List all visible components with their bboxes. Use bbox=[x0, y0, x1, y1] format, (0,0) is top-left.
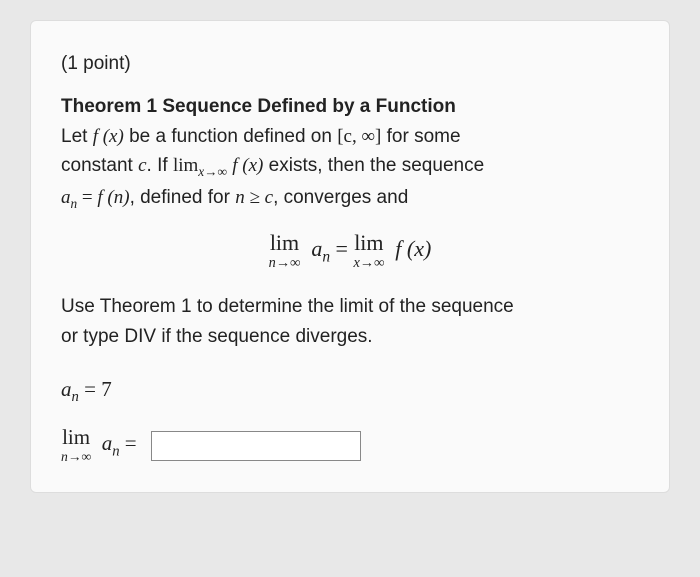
theorem-text-2a: constant bbox=[61, 155, 138, 176]
seq-n: n bbox=[72, 389, 79, 405]
answer-lim-word: lim bbox=[61, 427, 91, 448]
theorem-text-1a: Let bbox=[61, 126, 93, 147]
answer-input[interactable] bbox=[151, 431, 361, 461]
answer-eq: = bbox=[125, 431, 137, 455]
answer-lhs: lim n→∞ an = bbox=[61, 427, 137, 464]
theorem-text-2b: . If bbox=[147, 155, 173, 176]
cond-symbol: n ≥ c bbox=[235, 187, 273, 208]
interval-symbol: [c, ∞] bbox=[337, 126, 381, 147]
c-symbol: c bbox=[138, 155, 146, 176]
fx-symbol-2: f (x) bbox=[232, 155, 263, 176]
instruction-line1: Use Theorem 1 to determine the limit of … bbox=[61, 296, 514, 317]
theorem-text-3b: , converges and bbox=[273, 187, 408, 208]
seq-a: a bbox=[61, 377, 72, 401]
theorem-block: Theorem 1 Sequence Defined by a Function… bbox=[61, 92, 639, 214]
sequence-definition: an = 7 bbox=[61, 373, 639, 409]
instruction-line2: or type DIV if the sequence diverges. bbox=[61, 326, 373, 347]
lim-sub-right: x→∞ bbox=[353, 256, 384, 270]
problem-card: (1 point) Theorem 1 Sequence Defined by … bbox=[30, 20, 670, 493]
an-a: a bbox=[61, 187, 71, 208]
theorem-text-2c: exists, then the sequence bbox=[263, 155, 484, 176]
theorem-text-3a: , defined for bbox=[130, 187, 236, 208]
theorem-title: Theorem 1 Sequence Defined by a Function bbox=[61, 96, 456, 117]
fn-symbol: f (n) bbox=[97, 187, 129, 208]
lim-inline: lim bbox=[173, 155, 198, 176]
instruction-block: Use Theorem 1 to determine the limit of … bbox=[61, 292, 639, 351]
answer-n: n bbox=[112, 444, 119, 460]
display-equation: lim n→∞ an = lim x→∞ f (x) bbox=[61, 232, 639, 270]
theorem-text-1c: for some bbox=[381, 126, 460, 147]
disp-an-a: a bbox=[311, 236, 322, 261]
lim-sub-left: n→∞ bbox=[269, 256, 301, 270]
answer-a: a bbox=[102, 431, 113, 455]
answer-lim-sub: n→∞ bbox=[61, 450, 91, 464]
answer-lim: lim n→∞ bbox=[61, 427, 91, 464]
lim-left: lim n→∞ bbox=[269, 232, 301, 270]
disp-an-n: n bbox=[322, 249, 330, 266]
answer-row: lim n→∞ an = bbox=[61, 427, 639, 464]
lim-word-left: lim bbox=[269, 232, 301, 254]
theorem-text-1b: be a function defined on bbox=[124, 126, 337, 147]
disp-eq: = bbox=[336, 236, 354, 261]
disp-fx: f (x) bbox=[395, 236, 431, 261]
eq-symbol: = bbox=[77, 187, 97, 208]
lim-inline-sub: x→∞ bbox=[198, 164, 227, 179]
points-label: (1 point) bbox=[61, 49, 639, 78]
lim-right: lim x→∞ bbox=[353, 232, 384, 270]
fx-symbol: f (x) bbox=[93, 126, 124, 147]
seq-val: 7 bbox=[101, 377, 112, 401]
seq-eq: = bbox=[79, 377, 101, 401]
lim-word-right: lim bbox=[353, 232, 384, 254]
